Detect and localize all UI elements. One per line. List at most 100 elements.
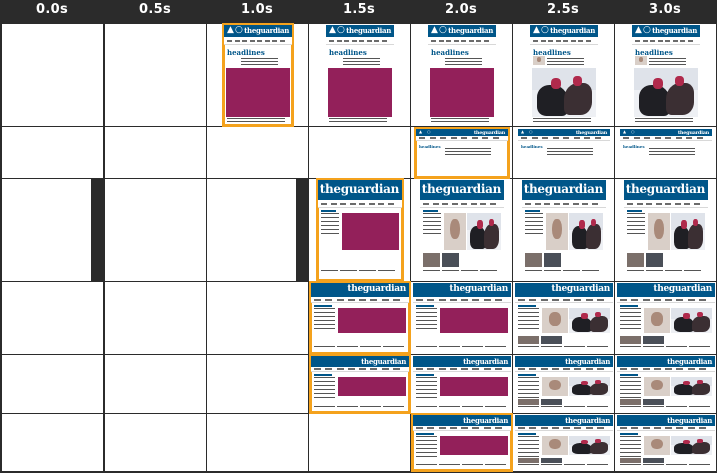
guardian-logo: theguardian <box>244 26 289 35</box>
sub-story-line <box>541 464 562 465</box>
text-line <box>445 58 482 59</box>
nav-item <box>427 368 435 370</box>
nav-item <box>476 40 481 42</box>
nav-item <box>563 299 570 301</box>
text-line <box>423 217 441 218</box>
nav-item <box>584 137 590 139</box>
photo-jockey-2 <box>697 439 703 443</box>
nav-item <box>631 299 639 301</box>
sub-story-line <box>416 406 437 407</box>
sub-story-line <box>643 406 664 407</box>
nav-item <box>585 427 593 429</box>
story-thumbnail <box>542 377 568 396</box>
section-rule <box>620 305 638 307</box>
photo-horse-2 <box>691 382 710 396</box>
sub-story-line <box>665 270 682 271</box>
section-rule <box>627 210 642 212</box>
filmstrip-cell <box>207 127 308 178</box>
nav-item <box>540 427 548 429</box>
sub-story-line <box>564 346 585 347</box>
sub-story-line <box>383 346 404 347</box>
nav-item <box>347 368 355 370</box>
guardian-logo: theguardian <box>565 357 610 366</box>
text-line <box>314 324 335 325</box>
nav-item <box>551 368 559 370</box>
nav-bar <box>413 426 511 431</box>
filmstrip-cell <box>105 24 206 126</box>
filmstrip-cell <box>2 414 103 471</box>
sub-story-line <box>439 346 460 347</box>
text-line <box>620 452 641 453</box>
photo-jockey <box>653 77 664 89</box>
user-icon: ▲ <box>533 25 540 35</box>
section-rule <box>314 374 332 376</box>
nav-item <box>518 427 525 429</box>
guardian-logo: theguardian <box>361 357 406 366</box>
nav-item <box>650 40 655 42</box>
text-line <box>416 316 437 317</box>
guardian-logo: theguardian <box>346 26 391 35</box>
photo-jockey-2 <box>590 218 596 227</box>
nav-item <box>525 203 531 205</box>
nav-item <box>336 368 344 370</box>
text-line <box>649 154 695 155</box>
sub-story-line <box>627 270 644 271</box>
nav-item <box>687 40 693 42</box>
nav-item <box>492 137 499 139</box>
filmstrip-cell <box>207 282 308 354</box>
search-icon: ○ <box>643 25 651 35</box>
news-photo <box>569 308 610 333</box>
photo-jockey-2 <box>572 75 582 86</box>
blank-frame <box>2 24 70 126</box>
guardian-logo: theguardian <box>625 182 706 196</box>
page-screenshot: theguardian <box>515 356 613 412</box>
news-photo <box>671 213 705 250</box>
text-line <box>525 217 543 218</box>
nav-item <box>665 203 671 205</box>
nav-item <box>687 368 695 370</box>
story-thumbnail <box>542 308 568 333</box>
photo-horse-2 <box>484 224 499 249</box>
promo-block <box>328 68 392 117</box>
text-line <box>649 58 686 59</box>
promo-block <box>342 213 399 250</box>
text-line <box>321 213 339 214</box>
text-line <box>627 225 645 226</box>
text-line <box>649 64 686 65</box>
sub-story-line <box>564 464 585 465</box>
text-line <box>620 397 641 398</box>
page-screenshot: theguardian <box>413 283 511 353</box>
masthead: theguardian <box>413 415 511 426</box>
thumbnail-face <box>450 218 460 239</box>
photo-horse-2 <box>564 82 593 116</box>
story-thumbnail <box>542 436 568 455</box>
masthead: theguardian ▲ ○ <box>428 25 496 37</box>
text-line <box>423 221 441 222</box>
nav-item <box>642 40 648 42</box>
text-line <box>620 324 641 325</box>
nav-item <box>540 40 546 42</box>
photo-jockey-2 <box>595 312 601 317</box>
nav-item <box>472 427 480 429</box>
nav-item <box>329 40 334 42</box>
sub-story-line <box>541 346 562 347</box>
search-icon: ○ <box>337 25 345 35</box>
photo-horse-2 <box>589 441 608 455</box>
filmstrip-cell: theguardian <box>411 282 512 354</box>
text-line <box>547 64 584 65</box>
story-thumbnail <box>444 213 466 250</box>
text-line <box>445 64 482 65</box>
photo-jockey <box>683 439 690 444</box>
text-line <box>649 151 695 152</box>
section-rule <box>518 305 536 307</box>
section-rule <box>423 210 438 212</box>
sub-story-line <box>587 464 608 465</box>
nav-item <box>242 40 247 42</box>
filmstrip-cell: theguardian <box>615 355 716 413</box>
nav-item <box>687 299 695 301</box>
filmstrip-cell: theguardian <box>309 354 411 414</box>
thumbnail-face <box>552 218 562 239</box>
filmstrip-grid: theguardian ▲ ○ headlines theguardian ▲ ○ headl… <box>0 0 717 473</box>
nav-item <box>442 203 448 205</box>
nav-item <box>449 368 457 370</box>
